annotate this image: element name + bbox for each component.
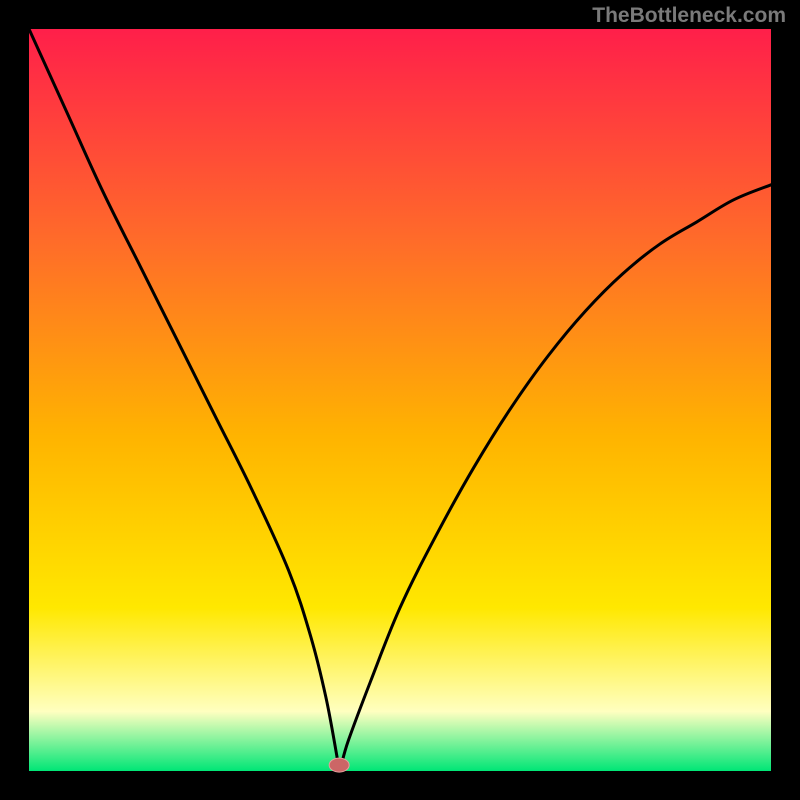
watermark-text: TheBottleneck.com: [592, 4, 786, 28]
chart-frame: TheBottleneck.com: [0, 0, 800, 800]
bottleneck-chart: [0, 0, 800, 800]
gradient-background: [29, 29, 771, 771]
optimal-point-marker: [329, 758, 349, 772]
